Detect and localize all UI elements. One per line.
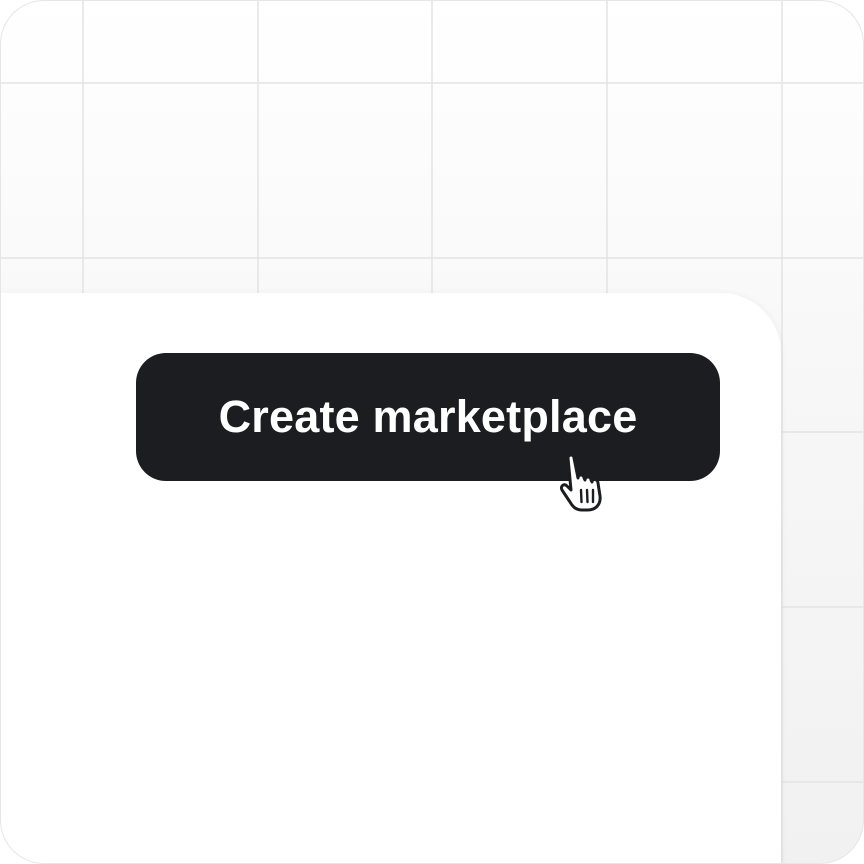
hand-pointer-icon (560, 453, 602, 512)
create-marketplace-button[interactable]: Create marketplace (136, 353, 720, 481)
